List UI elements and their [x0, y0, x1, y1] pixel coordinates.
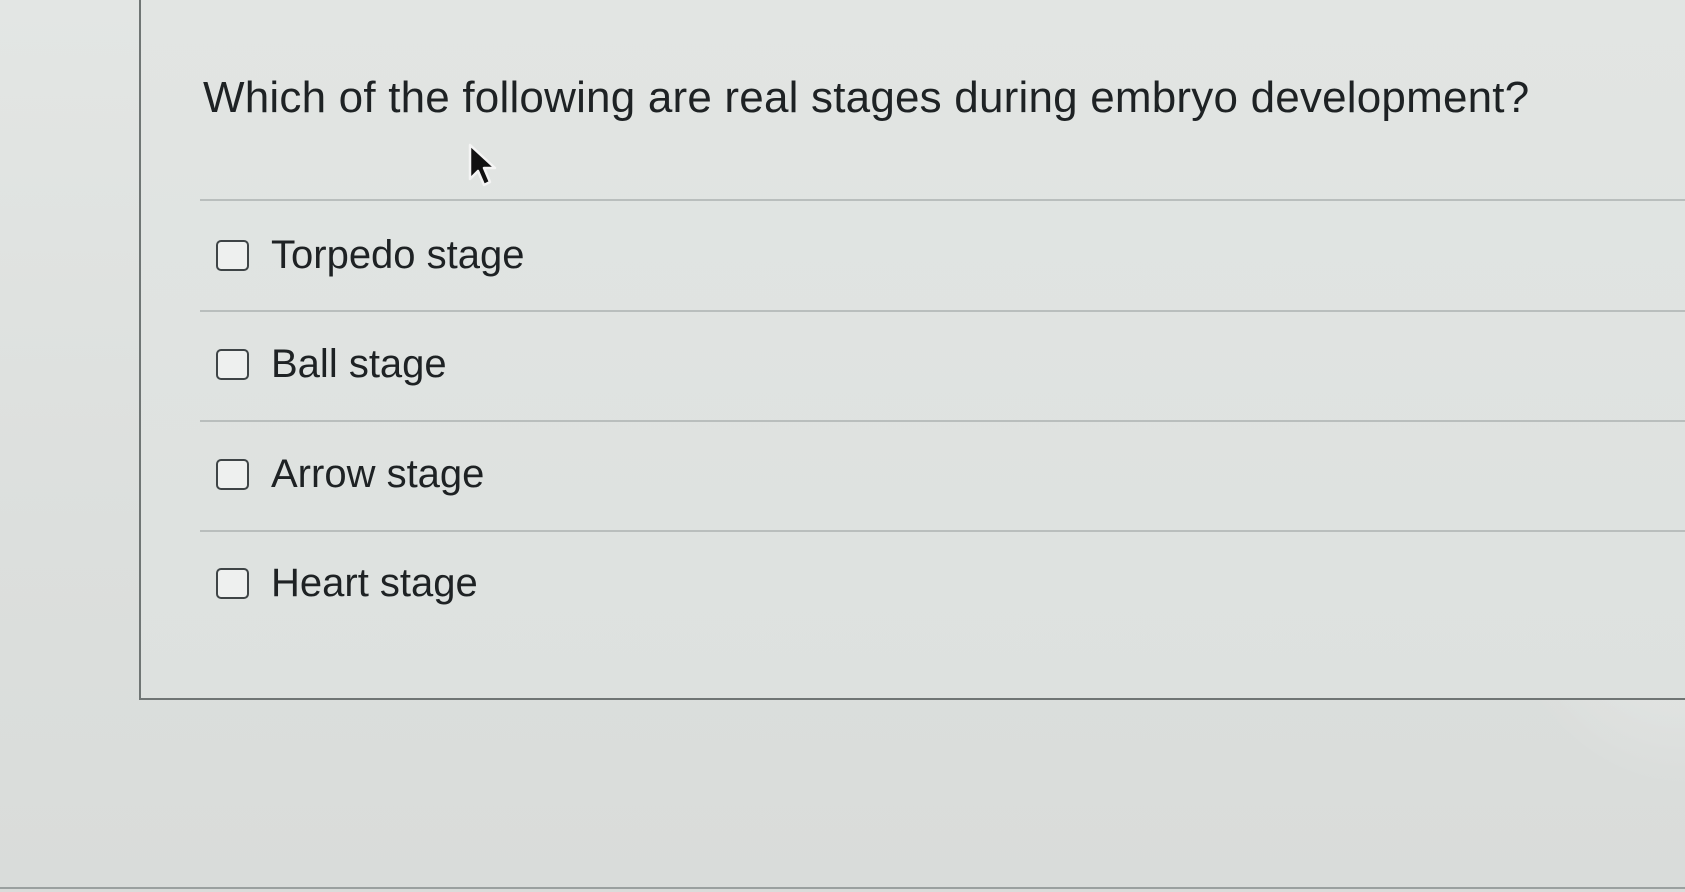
- divider: [200, 199, 1685, 201]
- checkbox-icon[interactable]: [216, 567, 249, 599]
- option-label: Heart stage: [271, 561, 478, 605]
- divider: [200, 420, 1685, 422]
- option-torpedo-stage[interactable]: Torpedo stage: [216, 225, 525, 285]
- option-heart-stage[interactable]: Heart stage: [216, 553, 478, 613]
- option-label: Torpedo stage: [271, 233, 525, 277]
- divider: [200, 310, 1685, 312]
- option-arrow-stage[interactable]: Arrow stage: [216, 444, 484, 504]
- checkbox-icon[interactable]: [216, 239, 249, 271]
- checkbox-icon[interactable]: [216, 458, 249, 490]
- option-ball-stage[interactable]: Ball stage: [216, 334, 447, 394]
- divider: [200, 530, 1685, 532]
- option-label: Arrow stage: [271, 452, 485, 496]
- mouse-pointer-icon: [468, 143, 497, 187]
- checkbox-icon[interactable]: [216, 348, 249, 380]
- question-text: Which of the following are real stages d…: [203, 73, 1530, 122]
- option-label: Ball stage: [271, 342, 447, 386]
- screen-edge-line: [0, 887, 1685, 889]
